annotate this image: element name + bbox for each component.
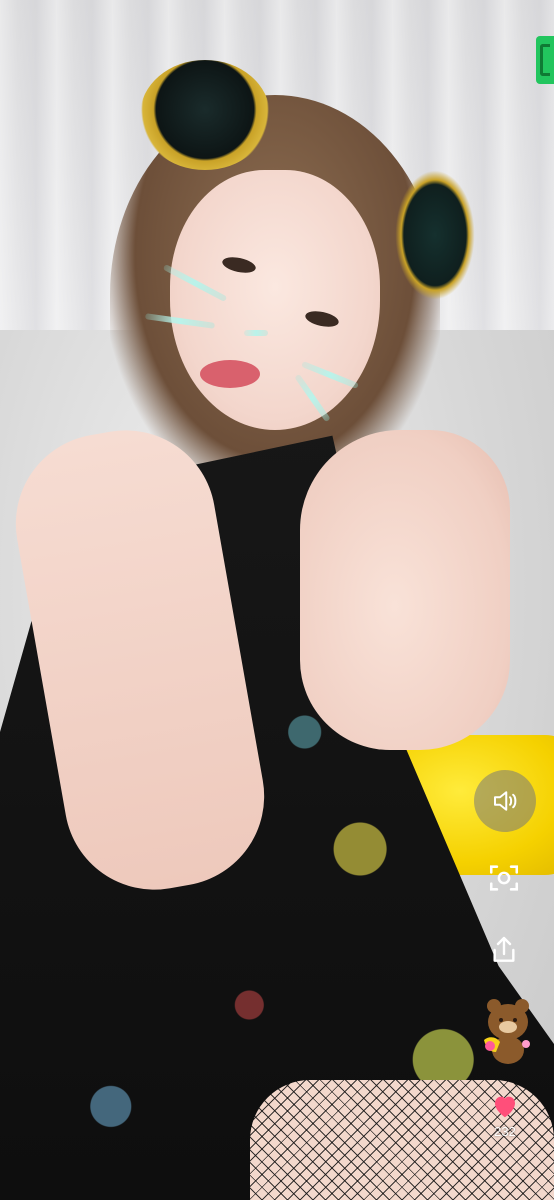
- hair-bun-right: [395, 170, 475, 300]
- brand-logo-icon: [536, 36, 554, 84]
- sound-toggle-button[interactable]: [474, 770, 536, 832]
- screenshot-button[interactable]: [484, 858, 524, 898]
- like-group[interactable]: 232: [474, 1086, 536, 1139]
- like-count: 232: [494, 1124, 516, 1139]
- speaker-volume-icon: [494, 791, 517, 811]
- lips: [200, 360, 260, 388]
- screenshot-frame-icon: [489, 865, 519, 891]
- share-upload-icon: [493, 936, 515, 962]
- share-button[interactable]: [484, 930, 524, 970]
- right-hand-peace-sign: [300, 430, 510, 750]
- like-button[interactable]: [485, 1086, 525, 1126]
- bear-sticker-icon[interactable]: [478, 996, 538, 1068]
- streamer-face: [170, 170, 380, 430]
- nose-filter: [244, 330, 268, 336]
- live-video-stream: [0, 0, 554, 1200]
- hair-bun-left: [140, 60, 270, 170]
- heart-icon: [495, 1096, 515, 1118]
